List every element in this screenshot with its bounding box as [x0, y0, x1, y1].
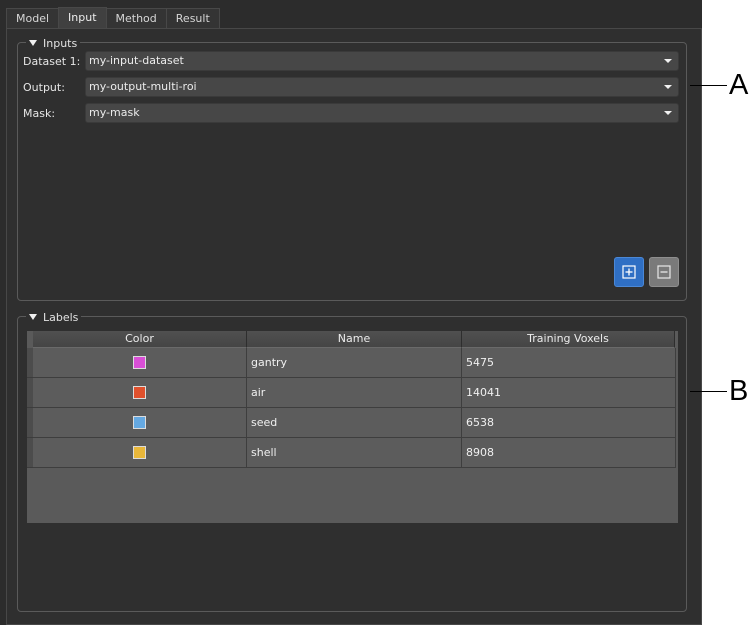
voxels-cell: 6538 — [462, 408, 676, 438]
table-row[interactable]: shell 8908 — [27, 438, 676, 468]
tab-model[interactable]: Model — [6, 8, 60, 28]
voxels-cell: 5475 — [462, 348, 676, 378]
chevron-down-icon — [664, 111, 672, 115]
callout-b-line — [690, 391, 727, 392]
tab-result[interactable]: Result — [165, 8, 220, 28]
voxels-cell: 8908 — [462, 438, 676, 468]
tab-bar: Model Input Method Result — [6, 7, 220, 28]
tab-input[interactable]: Input — [58, 7, 107, 28]
color-swatch[interactable] — [133, 356, 146, 369]
table-header: Color Name Training Voxels — [33, 331, 675, 348]
color-cell[interactable] — [33, 348, 247, 378]
collapse-triangle-icon[interactable] — [29, 314, 37, 320]
labels-group-title: Labels — [43, 310, 79, 324]
minus-square-icon — [657, 265, 671, 279]
name-cell[interactable]: shell — [247, 438, 462, 468]
input-tab-pane: Inputs Dataset 1: my-input-dataset Outpu… — [6, 28, 702, 625]
color-swatch[interactable] — [133, 386, 146, 399]
dataset-select-value: my-input-dataset — [89, 54, 184, 67]
tab-method[interactable]: Method — [105, 8, 167, 28]
app-window: Model Input Method Result Inputs Dataset… — [0, 0, 702, 625]
output-label: Output: — [23, 81, 65, 94]
name-cell[interactable]: air — [247, 378, 462, 408]
column-header-name[interactable]: Name — [247, 331, 462, 348]
color-cell[interactable] — [33, 378, 247, 408]
callout-a-label: A — [729, 69, 749, 101]
chevron-down-icon — [664, 59, 672, 63]
add-input-button[interactable] — [614, 257, 644, 287]
plus-square-icon — [622, 265, 636, 279]
color-cell[interactable] — [33, 408, 247, 438]
inputs-group: Inputs Dataset 1: my-input-dataset Outpu… — [17, 36, 687, 301]
inputs-group-title: Inputs — [43, 36, 78, 50]
column-header-training-voxels[interactable]: Training Voxels — [462, 331, 675, 348]
collapse-triangle-icon[interactable] — [29, 40, 37, 46]
mask-select[interactable]: my-mask — [85, 103, 679, 123]
voxels-cell: 14041 — [462, 378, 676, 408]
mask-label: Mask: — [23, 107, 56, 120]
labels-group: Labels Color Name Training Voxels gantry — [17, 310, 687, 612]
name-cell[interactable]: gantry — [247, 348, 462, 378]
table-row[interactable]: gantry 5475 — [27, 348, 676, 378]
column-header-color[interactable]: Color — [33, 331, 247, 348]
output-select-value: my-output-multi-roi — [89, 80, 197, 93]
labels-group-header[interactable]: Labels — [26, 310, 82, 324]
chevron-down-icon — [664, 85, 672, 89]
name-cell[interactable]: seed — [247, 408, 462, 438]
dataset-label: Dataset 1: — [23, 55, 81, 68]
color-swatch[interactable] — [133, 446, 146, 459]
inputs-group-header[interactable]: Inputs — [26, 36, 81, 50]
callout-b-label: B — [729, 375, 749, 407]
table-body: gantry 5475 air 14041 seed 6538 shell 89… — [27, 348, 676, 468]
color-cell[interactable] — [33, 438, 247, 468]
remove-input-button[interactable] — [649, 257, 679, 287]
mask-select-value: my-mask — [89, 106, 140, 119]
dataset-select[interactable]: my-input-dataset — [85, 51, 679, 71]
labels-table: Color Name Training Voxels gantry 5475 a… — [27, 331, 678, 523]
table-row[interactable]: seed 6538 — [27, 408, 676, 438]
color-swatch[interactable] — [133, 416, 146, 429]
table-row[interactable]: air 14041 — [27, 378, 676, 408]
callout-a-line — [690, 85, 727, 86]
output-select[interactable]: my-output-multi-roi — [85, 77, 679, 97]
